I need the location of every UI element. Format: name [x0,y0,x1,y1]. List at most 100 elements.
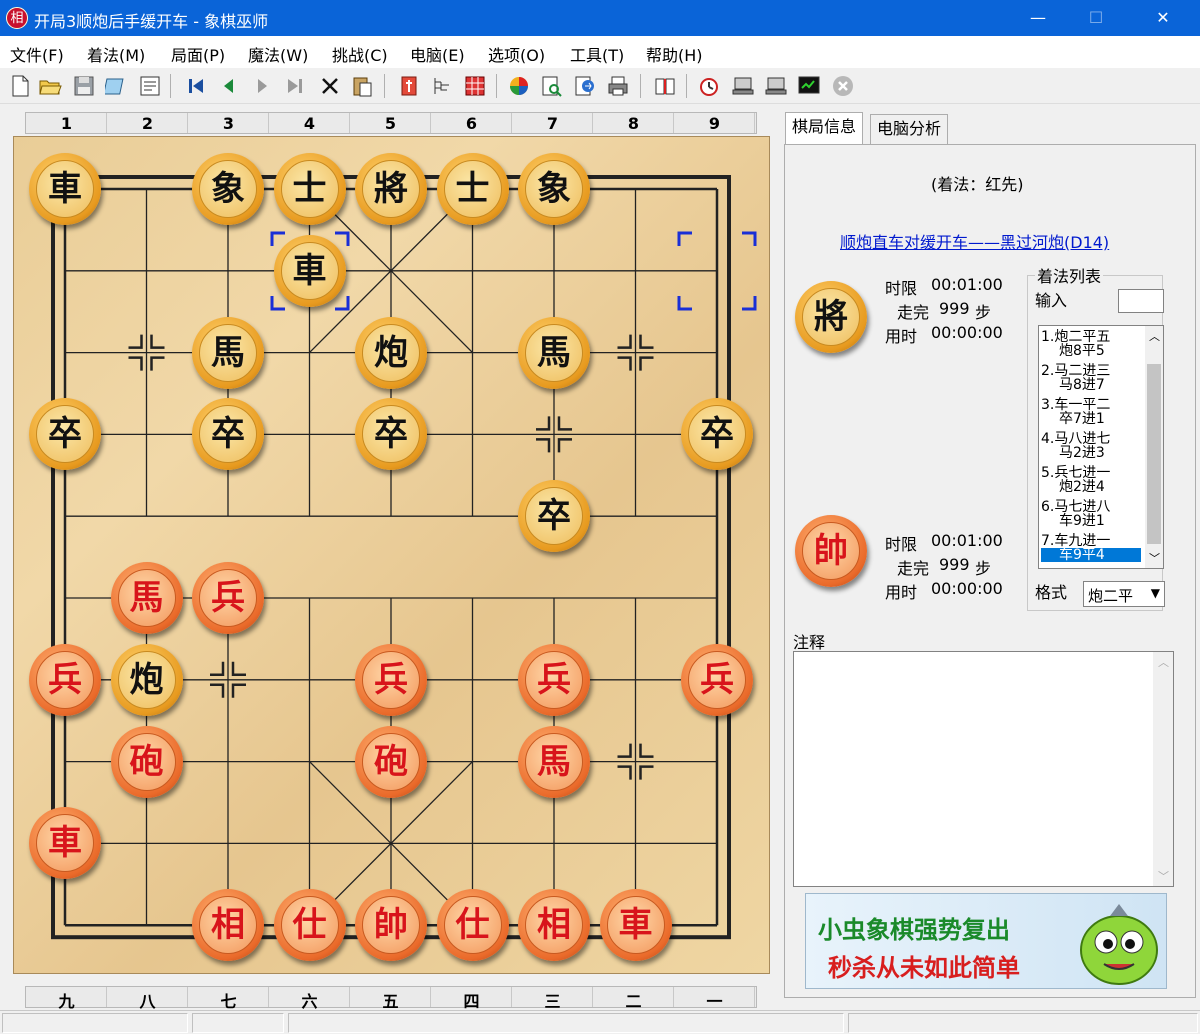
edit-icon[interactable] [105,74,129,98]
red-piece[interactable]: 相 [192,889,264,962]
book-icon[interactable] [653,74,677,98]
black-piece[interactable]: 車 [273,234,346,307]
notes-scrollbar[interactable]: ︿ ﹀ [1153,652,1173,886]
move-list-item[interactable]: 车9进1 [1041,514,1105,528]
move-list-item[interactable]: 3.车一平二 [1041,398,1110,412]
previous-move-icon[interactable] [217,74,241,98]
engine-icon[interactable] [507,74,531,98]
minimize-button[interactable]: — [1015,0,1061,36]
black-piece[interactable]: 卒 [29,398,101,471]
flip-board-icon[interactable] [397,74,421,98]
position-mark [210,661,225,677]
tab-game-info[interactable]: 棋局信息 [785,112,864,146]
move-list-item[interactable]: 炮8平5 [1041,344,1105,358]
black-piece[interactable]: 將 [355,153,427,225]
maximize-button[interactable]: ☐ [1073,0,1119,36]
position-mark [536,416,551,431]
move-list[interactable]: 1.炮二平五 炮8平5 2.马二进三 马8进7 3.车一平二 卒7进1 4.马八进七 马2进3… [1038,325,1164,569]
menu-challenge[interactable]: 挑战(C) [332,42,388,66]
red-piece[interactable]: 馬 [518,725,590,798]
move-list-item[interactable]: 7.车九进一 [1041,534,1110,548]
open-folder-icon[interactable] [38,74,62,98]
first-move-icon[interactable] [184,74,208,98]
black-piece[interactable]: 車 [29,153,101,225]
search-icon[interactable] [540,74,564,98]
red-piece[interactable]: 仕 [436,889,509,962]
red-piece[interactable]: 相 [518,889,590,962]
computer-red-icon[interactable] [731,74,755,98]
properties-icon[interactable] [138,74,162,98]
red-piece[interactable]: 砲 [355,725,427,798]
move-list-item[interactable]: 4.马八进七 [1041,432,1110,446]
menu-file[interactable]: 文件(F) [10,42,64,66]
move-list-item[interactable]: 马8进7 [1041,378,1105,392]
next-move-icon[interactable] [250,74,274,98]
move-list-item[interactable]: 炮2进4 [1041,480,1105,494]
black-piece[interactable]: 馬 [192,316,264,389]
move-list-item[interactable]: 5.兵七进一 [1041,466,1110,480]
red-piece[interactable]: 砲 [110,725,183,798]
scroll-down-icon[interactable]: ﹀ [1149,550,1160,566]
menu-moves[interactable]: 着法(M) [87,42,145,66]
computer-black-icon[interactable] [764,74,788,98]
black-piece[interactable]: 士 [436,153,509,225]
menu-magic[interactable]: 魔法(W) [248,42,308,66]
paste-icon[interactable] [350,74,374,98]
scroll-up-icon[interactable]: ︿ [1158,654,1169,670]
black-piece[interactable]: 士 [273,153,346,225]
move-list-item[interactable]: 卒7进1 [1041,412,1105,426]
red-piece[interactable]: 兵 [29,643,101,716]
scroll-thumb[interactable] [1147,364,1161,544]
tree-icon[interactable] [430,74,454,98]
monitor-icon[interactable] [797,74,821,98]
black-piece[interactable]: 炮 [355,316,427,389]
save-icon[interactable] [72,74,96,98]
black-piece[interactable]: 卒 [355,398,427,471]
menu-computer[interactable]: 电脑(E) [410,42,465,66]
red-piece[interactable]: 兵 [518,643,590,716]
move-list-scrollbar[interactable]: ︿ ﹀ [1145,326,1163,568]
print-icon[interactable] [606,74,630,98]
format-select[interactable]: 炮二平 ▼ [1083,581,1165,607]
new-file-icon[interactable] [8,74,32,98]
spreadsheet-icon[interactable] [463,74,487,98]
black-piece[interactable]: 炮 [110,643,183,716]
clock-icon[interactable] [697,74,721,98]
move-list-item[interactable]: 马2进3 [1041,446,1105,460]
export-icon[interactable] [573,74,597,98]
chess-board[interactable]: 車象士將士象車馬炮馬卒卒卒卒卒馬兵兵炮兵兵兵砲砲馬車相仕帥仕相車 [13,136,770,974]
close-button[interactable]: ✕ [1140,0,1186,36]
move-list-item[interactable]: 6.马七进八 [1041,500,1110,514]
notes-textarea[interactable]: ︿ ﹀ [793,651,1174,887]
menu-options[interactable]: 选项(O) [488,42,545,66]
red-piece[interactable]: 車 [599,889,672,962]
red-piece[interactable]: 兵 [681,643,753,716]
red-piece[interactable]: 兵 [192,562,264,634]
opening-link[interactable]: 顺炮直车对缓开车——黑过河炮(D14) [840,229,1109,253]
black-piece[interactable]: 象 [518,153,590,225]
red-piece[interactable]: 帥 [355,889,427,962]
scroll-down-icon[interactable]: ﹀ [1158,868,1169,884]
stop-icon[interactable] [831,74,855,98]
menu-tools[interactable]: 工具(T) [570,42,624,66]
menu-help[interactable]: 帮助(H) [646,42,703,66]
black-piece[interactable]: 卒 [518,480,590,553]
menu-position[interactable]: 局面(P) [171,42,225,66]
move-list-item[interactable]: 2.马二进三 [1041,364,1110,378]
black-piece[interactable]: 象 [192,153,264,225]
move-list-item[interactable]: 1.炮二平五 [1041,330,1110,344]
scroll-up-icon[interactable]: ︿ [1149,328,1160,344]
last-move-icon[interactable] [283,74,307,98]
tab-computer-analysis[interactable]: 电脑分析 [870,114,949,144]
ad-banner[interactable]: 小虫象棋强势复出 秒杀从未如此简单 [805,893,1167,989]
red-piece[interactable]: 仕 [273,889,346,962]
red-piece[interactable]: 車 [29,807,101,880]
black-piece[interactable]: 馬 [518,316,590,389]
move-input[interactable] [1118,289,1164,313]
black-piece[interactable]: 卒 [192,398,264,471]
move-list-item[interactable]: 车9平4 [1041,548,1141,562]
delete-icon[interactable] [318,74,342,98]
red-piece[interactable]: 馬 [110,562,183,634]
red-piece[interactable]: 兵 [355,643,427,716]
black-piece[interactable]: 卒 [681,398,753,471]
